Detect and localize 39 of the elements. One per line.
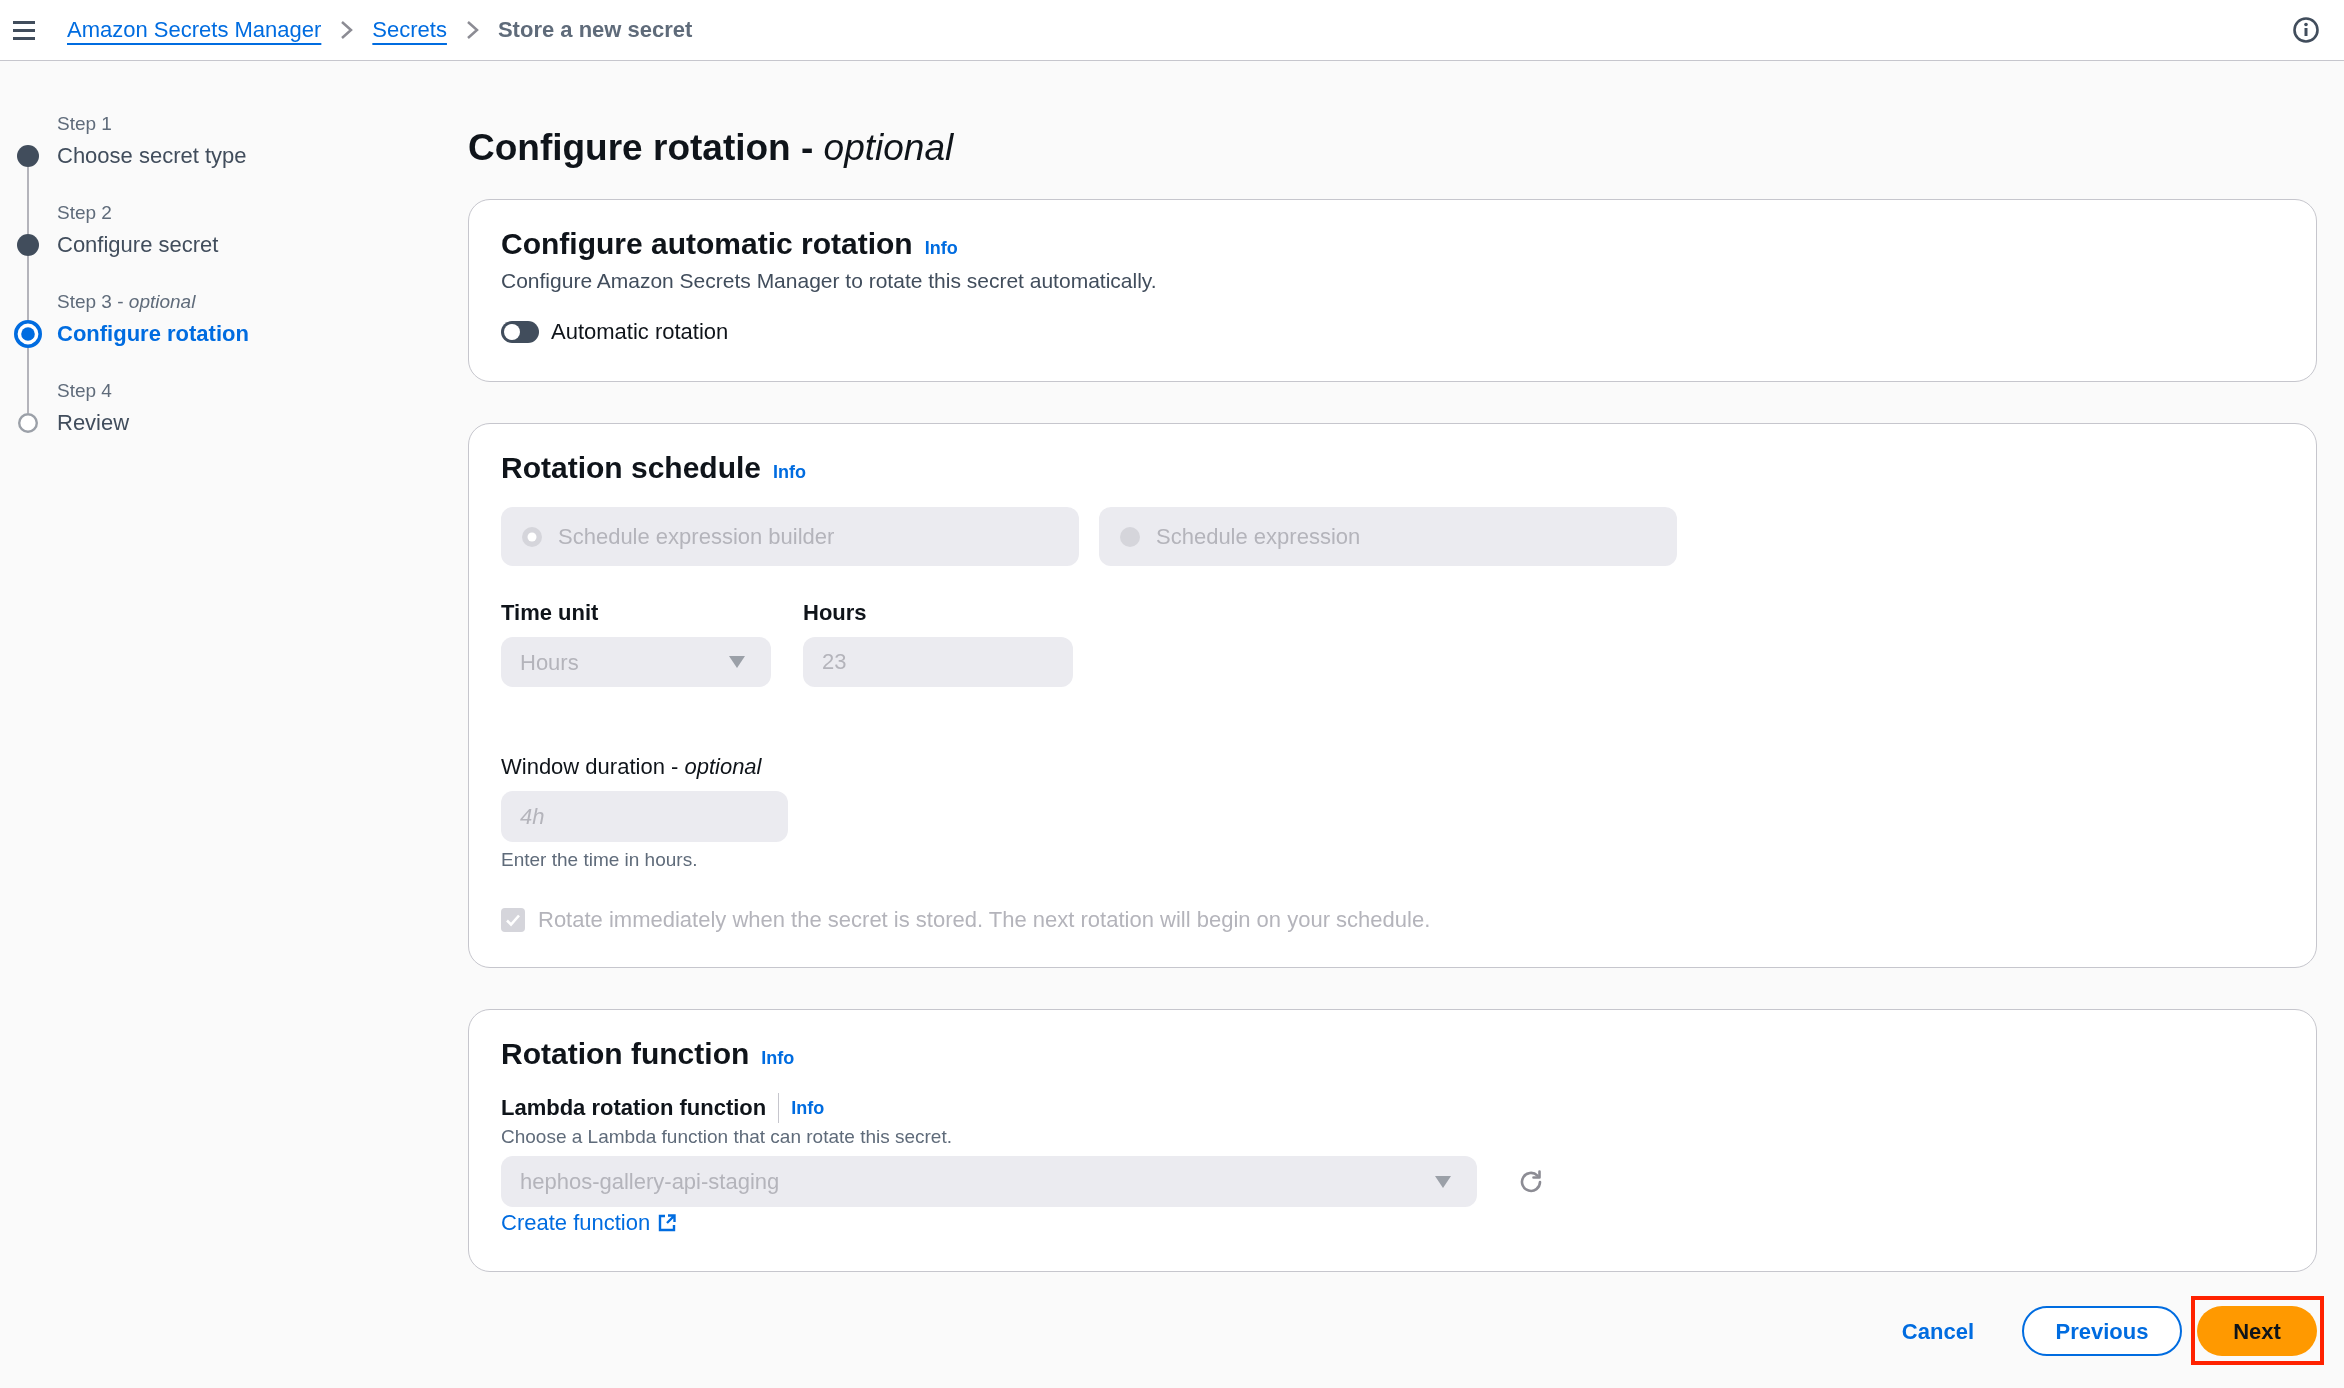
section-heading: Configure automatic rotation [501, 226, 913, 262]
step-label: Step 1 [57, 112, 112, 136]
field-label: Hours [803, 599, 867, 627]
step-title: Choose secret type [57, 142, 247, 170]
toggle-label: Automatic rotation [551, 318, 729, 346]
info-link[interactable]: Info [924, 236, 958, 260]
create-function-link[interactable]: Create function [501, 1210, 677, 1236]
section-description: Configure Amazon Secrets Manager to rotate this secret automatically. [501, 268, 1157, 294]
chevron-right-icon [465, 20, 479, 40]
section-heading: Rotation function [501, 1036, 750, 1072]
field-label: Time unit [501, 599, 599, 627]
breadcrumb-link[interactable]: Amazon Secrets Manager [67, 15, 322, 45]
field-label: Lambda rotation function [501, 1094, 767, 1122]
cancel-button[interactable]: Cancel [1881, 1306, 1994, 1356]
field-description: Choose a Lambda function that can rotate this secret. [501, 1126, 952, 1148]
toggle-switch[interactable] [501, 321, 539, 343]
step-label: Step 2 [57, 201, 112, 225]
step-label: Step 3 - optional [57, 290, 196, 314]
info-icon[interactable] [2293, 17, 2319, 43]
checkbox-label: Rotate immediately when the secret is stored. The next rotation will begin on your schedule. [538, 906, 1431, 934]
caret-down-icon [729, 656, 745, 668]
refresh-icon[interactable] [1518, 1168, 1544, 1195]
step-title: Configure secret [57, 231, 219, 259]
chevron-right-icon [340, 20, 354, 40]
step-label: Step 4 [57, 379, 112, 403]
external-link-icon [658, 1214, 677, 1232]
section-heading: Rotation schedule [501, 450, 762, 486]
page-title: Configure rotation - optional [468, 126, 954, 170]
caret-down-icon [1435, 1175, 1451, 1188]
info-link[interactable]: Info [761, 1046, 795, 1070]
menu-icon[interactable] [13, 20, 35, 40]
breadcrumb-link[interactable]: Secrets [372, 15, 447, 45]
next-button[interactable]: Next [2197, 1306, 2317, 1356]
previous-button[interactable]: Previous [2022, 1306, 2182, 1356]
step-title: Review [57, 409, 130, 437]
field-label: Window duration - optional [501, 753, 762, 781]
field-hint: Enter the time in hours. [501, 848, 698, 872]
breadcrumb-current: Store a new secret [497, 16, 693, 44]
step-title: Configure rotation [57, 320, 249, 348]
